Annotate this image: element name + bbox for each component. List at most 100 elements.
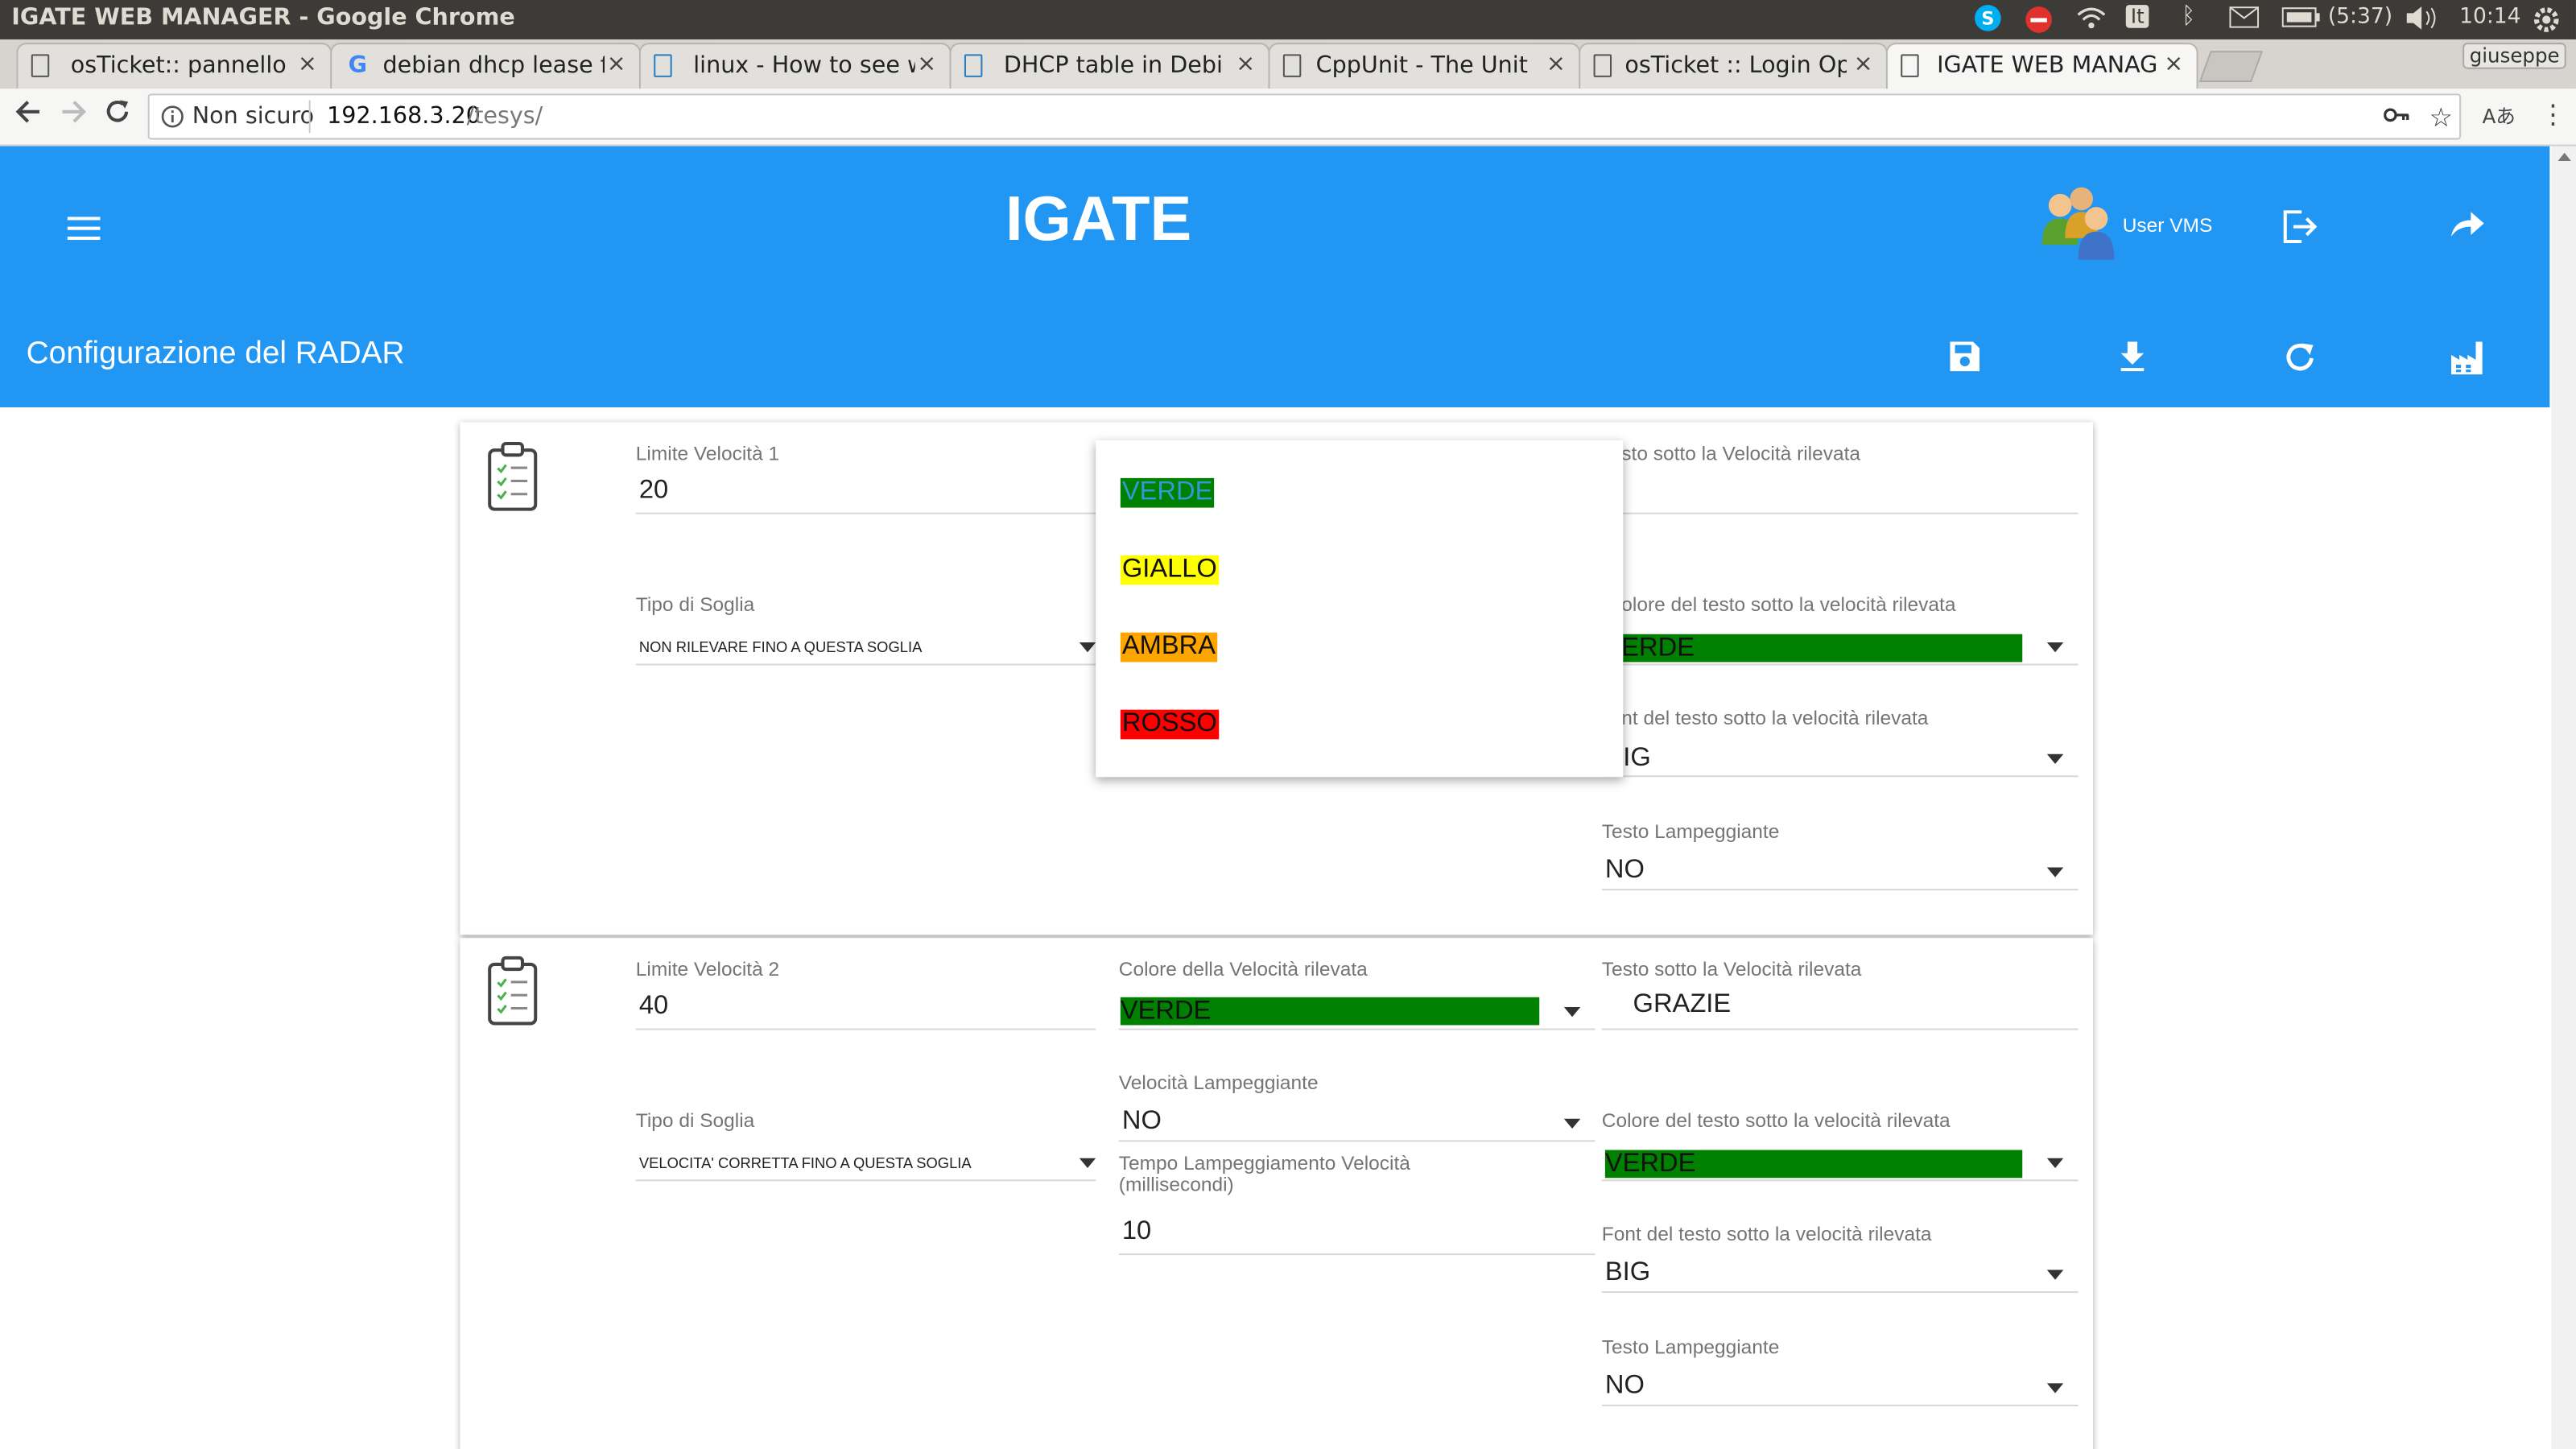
text-color-select[interactable]: VERDE	[1604, 1150, 2023, 1179]
dropdown-arrow-icon[interactable]	[1079, 1158, 1096, 1169]
menu-item-rosso[interactable]: ROSSO	[1120, 709, 1219, 740]
back-button[interactable]	[14, 98, 41, 125]
dropdown-arrow-icon[interactable]	[2046, 753, 2064, 764]
clipboard-checklist-icon	[488, 956, 538, 1026]
reload-button[interactable]	[105, 98, 132, 125]
security-label: Non sicuro	[192, 103, 315, 130]
share-arrow-icon[interactable]	[2450, 212, 2484, 238]
dropdown-arrow-icon[interactable]	[2046, 1158, 2064, 1169]
battery-time: (5:37)	[2327, 5, 2393, 30]
text-under-speed-input[interactable]	[1601, 512, 2079, 514]
threshold-type-select[interactable]: VELOCITA' CORRETTA FINO A QUESTA SOGLIA	[639, 1155, 972, 1171]
url-host: 192.168.3.20	[327, 103, 481, 130]
text-color-label: olore del testo sotto la velocità rileva…	[1621, 592, 1956, 617]
tab-linux-how-to[interactable]: linux - How to see w ×	[638, 43, 952, 89]
font-select[interactable]: IG	[1623, 744, 1650, 774]
menu-item-giallo[interactable]: GIALLO	[1120, 555, 1219, 585]
stackexchange-icon	[964, 54, 983, 77]
close-tab-icon[interactable]: ×	[1236, 51, 1255, 77]
threshold-type-select[interactable]: NON RILEVARE FINO A QUESTA SOGLIA	[639, 639, 922, 655]
page-scrollbar[interactable]	[2551, 146, 2576, 1449]
bluetooth-icon[interactable]: ᛒ	[2182, 3, 2195, 30]
tab-debian-dhcp[interactable]: G debian dhcp lease f ×	[330, 43, 641, 89]
window-title-bar: IGATE WEB MANAGER - Google Chrome S It ᛒ…	[0, 0, 2576, 39]
dropdown-arrow-icon[interactable]	[1563, 1007, 1581, 1018]
input-underline	[635, 1028, 1096, 1030]
forward-button[interactable]	[61, 98, 88, 125]
dropdown-arrow-icon[interactable]	[1079, 642, 1096, 653]
input-underline	[635, 663, 1096, 666]
speed-limit-input[interactable]: 20	[639, 477, 668, 506]
input-underline	[1601, 1404, 2079, 1406]
tab-dhcp-table[interactable]: DHCP table in Debi ×	[949, 43, 1270, 89]
do-not-disturb-icon[interactable]	[2024, 5, 2054, 35]
close-tab-icon[interactable]: ×	[607, 51, 626, 77]
tab-igate-web-manager[interactable]: IGATE WEB MANAG ×	[1885, 43, 2198, 91]
close-tab-icon[interactable]: ×	[917, 51, 936, 77]
wifi-icon[interactable]	[2077, 5, 2107, 31]
speed-color-select[interactable]: VERDE	[1120, 997, 1540, 1026]
dropdown-arrow-icon[interactable]	[2046, 867, 2064, 877]
hamburger-menu-icon[interactable]	[67, 215, 101, 242]
menu-item-verde[interactable]: VERDE	[1120, 477, 1215, 508]
blinking-text-select[interactable]: NO	[1605, 856, 1645, 886]
scroll-up-arrow-icon[interactable]	[2557, 152, 2571, 161]
text-color-label: Colore del testo sotto la velocità rilev…	[1601, 1108, 1951, 1133]
speed-limit-label: Limite Velocità 1	[635, 441, 780, 465]
menu-dots-icon[interactable]: ⋮	[2540, 98, 2566, 130]
browser-toolbar: Non sicuro 192.168.3.20 /tesys/ ☆ Aあ ⋮	[0, 89, 2576, 147]
font-select[interactable]: BIG	[1605, 1258, 1650, 1288]
mail-icon[interactable]	[2229, 6, 2260, 28]
blinking-text-select[interactable]: NO	[1605, 1372, 1645, 1402]
new-tab-button[interactable]	[2198, 51, 2264, 83]
menu-item-ambra[interactable]: AMBRA	[1120, 632, 1218, 663]
text-under-speed-input[interactable]: GRAZIE	[1633, 991, 1732, 1021]
profile-button[interactable]: giuseppe	[2462, 43, 2566, 69]
skype-icon[interactable]: S	[1973, 3, 2003, 33]
dropdown-arrow-icon[interactable]	[2046, 1269, 2064, 1280]
user-name[interactable]: User VMS	[2123, 213, 2213, 237]
volume-icon[interactable]	[2405, 5, 2442, 31]
tab-osticket-login[interactable]: osTicket :: Login Op ×	[1579, 43, 1888, 89]
stackexchange-icon	[654, 54, 672, 77]
input-underline	[1601, 1291, 2079, 1294]
blink-time-input[interactable]: 10	[1122, 1217, 1151, 1247]
tab-label: DHCP table in Debi	[1003, 52, 1223, 79]
download-icon[interactable]	[2120, 341, 2146, 372]
page-icon	[1901, 54, 1919, 77]
refresh-icon[interactable]	[2285, 341, 2317, 373]
logout-icon[interactable]	[2282, 210, 2318, 244]
save-icon[interactable]	[1950, 341, 1980, 372]
url-path: /tesys/	[466, 103, 543, 130]
address-bar[interactable]: Non sicuro 192.168.3.20 /tesys/ ☆	[147, 93, 2462, 140]
keyboard-layout-indicator[interactable]: It	[2125, 5, 2149, 28]
app-header: IGATE User VMS Configurazione del RADAR	[0, 146, 2550, 408]
input-underline	[1601, 889, 2079, 891]
speed-limit-input[interactable]: 40	[639, 993, 668, 1022]
close-tab-icon[interactable]: ×	[298, 51, 317, 77]
dropdown-arrow-icon[interactable]	[2046, 1383, 2064, 1393]
tab-osticket-pannello[interactable]: osTicket:: pannello ×	[16, 43, 332, 89]
close-tab-icon[interactable]: ×	[1546, 51, 1566, 77]
threshold-card-2: Limite Velocità 2 40 Tipo di Soglia VELO…	[460, 938, 2093, 1449]
text-under-speed-label: Testo sotto la Velocità rilevata	[1601, 957, 1862, 981]
battery-icon[interactable]	[2281, 6, 2322, 28]
window-title: IGATE WEB MANAGER - Google Chrome	[11, 5, 515, 31]
close-tab-icon[interactable]: ×	[1854, 51, 1873, 77]
dropdown-arrow-icon[interactable]	[2046, 642, 2064, 653]
bookmark-star-icon[interactable]: ☆	[2429, 102, 2453, 134]
color-dropdown-menu: VERDE GIALLO AMBRA ROSSO	[1096, 440, 1624, 778]
speed-blink-select[interactable]: NO	[1122, 1107, 1162, 1137]
users-avatar-icon[interactable]	[2037, 183, 2120, 262]
text-color-select[interactable]: ERDE	[1621, 634, 2023, 663]
info-icon[interactable]	[161, 105, 184, 129]
threshold-type-label: Tipo di Soglia	[635, 1108, 755, 1133]
close-tab-icon[interactable]: ×	[2164, 51, 2183, 77]
settings-gear-icon[interactable]	[2532, 5, 2562, 35]
dropdown-arrow-icon[interactable]	[1563, 1118, 1581, 1129]
factory-icon[interactable]	[2450, 341, 2486, 375]
clock[interactable]: 10:14	[2459, 5, 2520, 30]
tab-cppunit[interactable]: CppUnit - The Unit ×	[1268, 43, 1581, 89]
key-icon[interactable]	[2384, 105, 2410, 125]
translate-icon[interactable]: Aあ	[2483, 102, 2516, 130]
